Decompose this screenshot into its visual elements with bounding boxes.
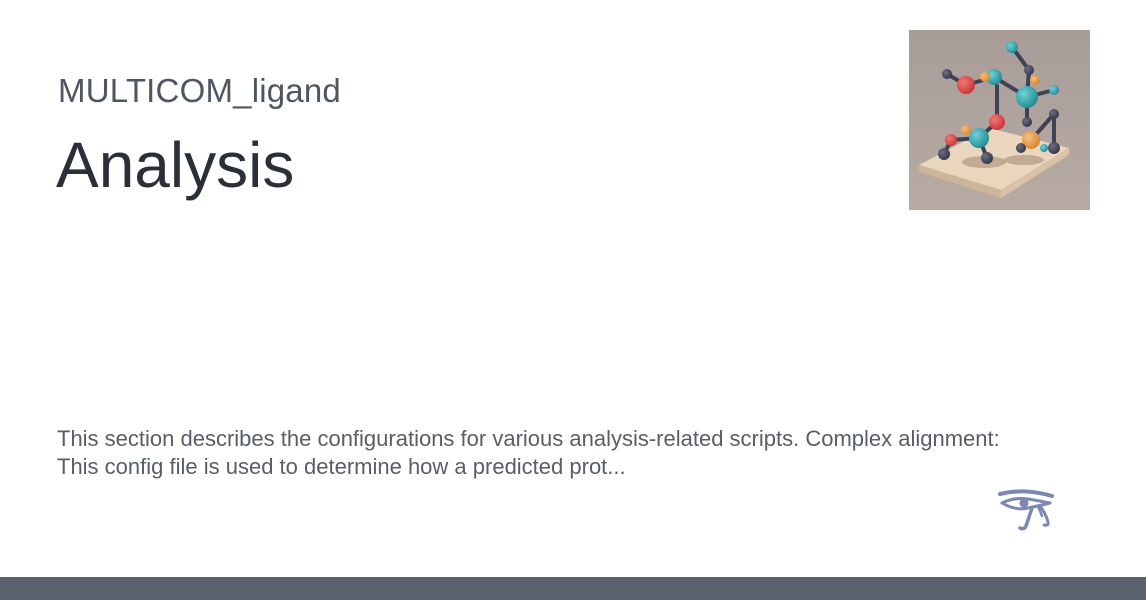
project-name: MULTICOM_ligand [58,72,341,109]
molecule-illustration-icon [909,30,1090,210]
eye-of-horus-icon [994,486,1058,534]
page-title: Analysis [56,129,295,201]
footer-bar [0,577,1146,600]
page-description: This section describes the configuration… [57,426,1000,479]
social-preview-card: MULTICOM_ligand Analysis This section de… [0,0,1146,600]
